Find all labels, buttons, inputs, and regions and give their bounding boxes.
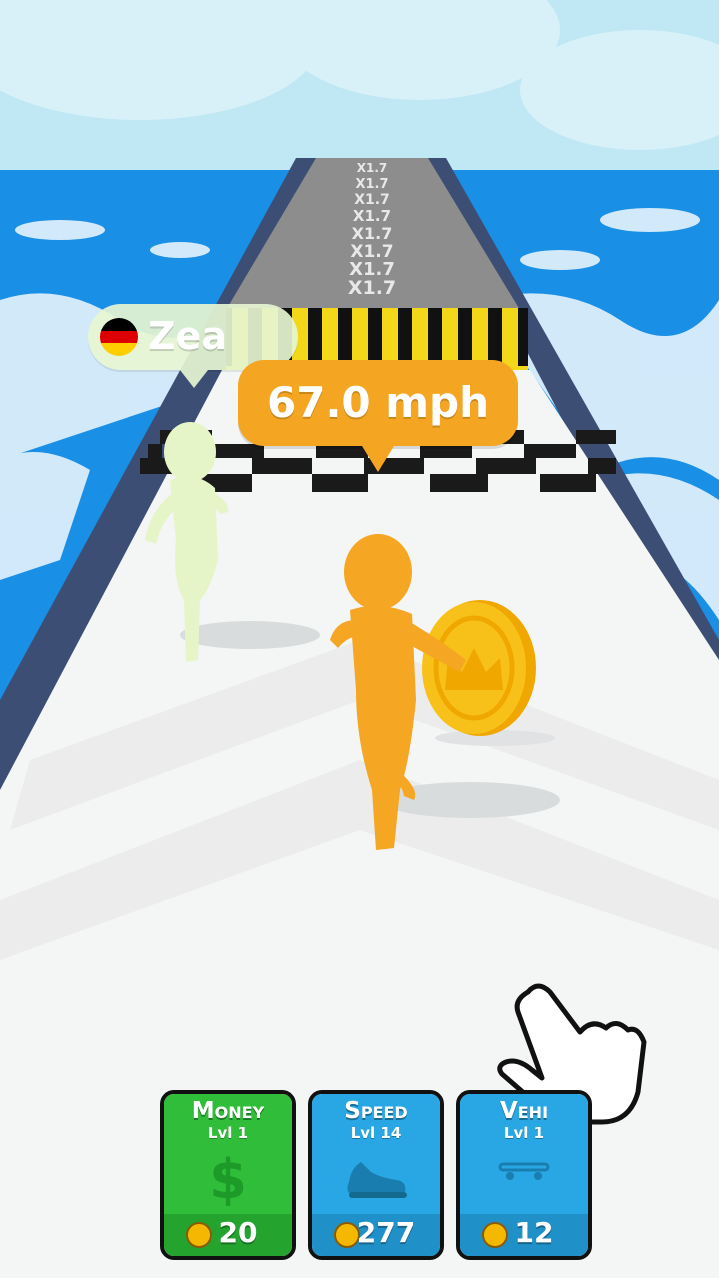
svg-text:$: $ [209,1148,247,1208]
upgrade-title: Speed [344,1098,408,1124]
upgrade-level: Lvl 14 [350,1124,402,1142]
upgrade-title: Money [191,1098,265,1124]
upgrade-title: Vehi [499,1098,549,1124]
upgrade-price: 277 [356,1216,416,1249]
crown-coin [422,600,536,736]
rival-name: Zea [148,314,227,358]
germany-flag-icon [100,318,138,356]
upgrade-card-money[interactable]: Money Lvl 1 $ 20 [160,1090,296,1260]
rival-shadow [180,621,320,649]
upgrade-level: Lvl 1 [207,1124,249,1142]
upgrade-card-vehicle[interactable]: Vehi Lvl 1 12 [456,1090,592,1260]
speed-indicator: 67.0 mph [238,360,518,472]
multiplier-label: X1.7 [353,207,391,225]
upgrade-card-speed[interactable]: Speed Lvl 14 277 [308,1090,444,1260]
skateboard-icon [460,1148,588,1192]
multiplier-label: X1.7 [348,277,396,299]
multiplier-label: X1.7 [355,177,388,192]
upgrade-price: 12 [514,1216,554,1249]
upgrade-price: 20 [218,1216,258,1249]
sneaker-icon [312,1148,440,1208]
game-scene: X1.7 X1.7 X1.7 X1.7 X1.7 X1.7 X1.7 X1.7 [0,0,719,1278]
multiplier-label: X1.7 [357,161,388,175]
speed-value: 67.0 mph [267,378,489,427]
multiplier-label: X1.7 [352,224,393,243]
multiplier-label: X1.7 [354,192,390,208]
upgrade-level: Lvl 1 [503,1124,545,1142]
dollar-icon: $ [164,1148,292,1212]
